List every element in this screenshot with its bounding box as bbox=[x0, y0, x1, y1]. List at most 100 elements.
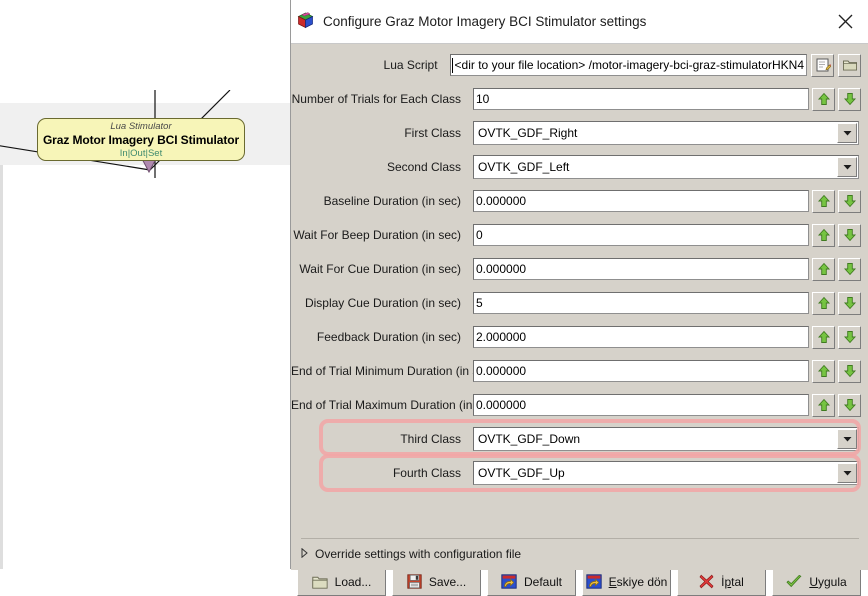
label-number-of-trials: Number of Trials for Each Class bbox=[291, 92, 461, 106]
override-settings-label: Override settings with configuration fil… bbox=[315, 547, 522, 561]
end-of-trial-maximum-up-icon[interactable] bbox=[812, 393, 835, 417]
feedback-duration-up-icon[interactable] bbox=[812, 325, 835, 349]
graz-stimulator-box[interactable]: Lua Stimulator Graz Motor Imagery BCI St… bbox=[37, 118, 245, 161]
label-second-class: Second Class bbox=[386, 160, 461, 174]
end-of-trial-minimum-down-icon[interactable] bbox=[838, 359, 861, 383]
canvas-upper-area bbox=[0, 0, 300, 103]
override-settings-expander[interactable]: Override settings with configuration fil… bbox=[301, 545, 521, 563]
feedback-duration-down-icon[interactable] bbox=[838, 325, 861, 349]
wait-for-beep-duration-input[interactable]: 0 bbox=[473, 224, 809, 246]
box-subtitle: Lua Stimulator bbox=[110, 121, 172, 132]
wait-for-cue-duration-input[interactable]: 0.000000 bbox=[473, 258, 809, 280]
revert-button-label: Eskiye dön bbox=[608, 574, 668, 589]
form-row-lua-script: Lua Script <dir to your file location> /… bbox=[291, 53, 868, 77]
end-of-trial-maximum-input[interactable]: 0.000000 bbox=[473, 394, 809, 416]
chevron-down-icon[interactable] bbox=[837, 157, 857, 177]
floppy-disk-icon bbox=[407, 574, 422, 589]
dialog-titlebar[interactable]: Configure Graz Motor Imagery BCI Stimula… bbox=[291, 0, 868, 44]
form-row-feedback-duration: Feedback Duration (in sec) 2.000000 bbox=[291, 325, 868, 349]
red-x-icon bbox=[699, 574, 714, 589]
canvas-left-gutter bbox=[0, 165, 3, 569]
number-of-trials-down-icon[interactable] bbox=[838, 87, 861, 111]
end-of-trial-minimum-input[interactable]: 0.000000 bbox=[473, 360, 809, 382]
label-baseline-duration: Baseline Duration (in sec) bbox=[323, 194, 461, 208]
configure-settings-dialog: Configure Graz Motor Imagery BCI Stimula… bbox=[290, 0, 868, 596]
form-row-first-class: First Class OVTK_GDF_Right bbox=[291, 121, 868, 145]
apply-button[interactable]: Uygula bbox=[772, 567, 861, 596]
label-end-of-trial-minimum: End of Trial Minimum Duration (in sec) bbox=[291, 364, 496, 378]
second-class-value: OVTK_GDF_Left bbox=[478, 160, 570, 174]
edit-icon[interactable] bbox=[811, 53, 834, 77]
feedback-duration-input[interactable]: 2.000000 bbox=[473, 326, 809, 348]
lua-script-input[interactable]: <dir to your file location> /motor-image… bbox=[449, 54, 807, 76]
form-row-baseline-duration: Baseline Duration (in sec) 0.000000 bbox=[291, 189, 868, 213]
label-third-class: Third Class bbox=[400, 432, 461, 446]
baseline-duration-up-icon[interactable] bbox=[812, 189, 835, 213]
dialog-bottom-edge bbox=[291, 566, 868, 570]
form-row-third-class: Third Class OVTK_GDF_Down bbox=[291, 427, 868, 451]
second-class-combo[interactable]: OVTK_GDF_Left bbox=[473, 155, 859, 179]
apply-button-label: Uygula bbox=[809, 574, 847, 589]
close-icon[interactable] bbox=[828, 6, 862, 36]
box-title: Graz Motor Imagery BCI Stimulator bbox=[42, 133, 240, 147]
wait-for-cue-up-icon[interactable] bbox=[812, 257, 835, 281]
number-of-trials-up-icon[interactable] bbox=[812, 87, 835, 111]
cancel-button-label: İptal bbox=[721, 574, 744, 589]
chevron-down-icon[interactable] bbox=[837, 463, 857, 483]
chevron-down-icon[interactable] bbox=[837, 429, 857, 449]
undo-icon bbox=[585, 574, 602, 589]
form-row-wait-for-cue-duration: Wait For Cue Duration (in sec) 0.000000 bbox=[291, 257, 868, 281]
wait-for-cue-down-icon[interactable] bbox=[838, 257, 861, 281]
display-cue-duration-input[interactable]: 5 bbox=[473, 292, 809, 314]
openvibe-cube-icon bbox=[297, 11, 314, 32]
label-wait-for-beep-duration: Wait For Beep Duration (in sec) bbox=[293, 228, 461, 242]
label-display-cue-duration: Display Cue Duration (in sec) bbox=[304, 296, 461, 310]
first-class-value: OVTK_GDF_Right bbox=[478, 126, 578, 140]
label-wait-for-cue-duration: Wait For Cue Duration (in sec) bbox=[299, 262, 461, 276]
cancel-button[interactable]: İptal bbox=[677, 567, 766, 596]
baseline-duration-down-icon[interactable] bbox=[838, 189, 861, 213]
canvas-lower-area bbox=[0, 165, 300, 569]
form-row-wait-for-beep-duration: Wait For Beep Duration (in sec) 0 bbox=[291, 223, 868, 247]
display-cue-up-icon[interactable] bbox=[812, 291, 835, 315]
designer-canvas[interactable]: Lua Stimulator Graz Motor Imagery BCI St… bbox=[0, 0, 300, 569]
save-button[interactable]: Save... bbox=[392, 567, 481, 596]
dialog-title: Configure Graz Motor Imagery BCI Stimula… bbox=[323, 14, 647, 29]
third-class-combo[interactable]: OVTK_GDF_Down bbox=[473, 427, 859, 451]
green-check-icon bbox=[786, 574, 802, 589]
form-row-fourth-class: Fourth Class OVTK_GDF_Up bbox=[291, 461, 868, 485]
form-row-end-of-trial-maximum: End of Trial Maximum Duration (in sec) 0… bbox=[291, 393, 868, 417]
label-first-class: First Class bbox=[404, 126, 461, 140]
section-divider bbox=[301, 538, 859, 539]
end-of-trial-minimum-up-icon[interactable] bbox=[812, 359, 835, 383]
fourth-class-combo[interactable]: OVTK_GDF_Up bbox=[473, 461, 859, 485]
folder-icon[interactable] bbox=[838, 53, 861, 77]
default-button-label: Default bbox=[523, 574, 563, 589]
default-button[interactable]: Default bbox=[487, 567, 576, 596]
first-class-combo[interactable]: OVTK_GDF_Right bbox=[473, 121, 859, 145]
form-row-number-of-trials: Number of Trials for Each Class 10 bbox=[291, 87, 868, 111]
folder-open-icon bbox=[311, 575, 328, 589]
fourth-class-value: OVTK_GDF_Up bbox=[478, 466, 565, 480]
load-button[interactable]: Load... bbox=[297, 567, 386, 596]
end-of-trial-maximum-down-icon[interactable] bbox=[838, 393, 861, 417]
label-feedback-duration: Feedback Duration (in sec) bbox=[316, 330, 461, 344]
baseline-duration-input[interactable]: 0.000000 bbox=[473, 190, 809, 212]
label-fourth-class: Fourth Class bbox=[392, 466, 461, 480]
load-button-label: Load... bbox=[334, 574, 372, 589]
wait-for-beep-down-icon[interactable] bbox=[838, 223, 861, 247]
dialog-body: Lua Script <dir to your file location> /… bbox=[291, 44, 868, 596]
revert-icon bbox=[501, 574, 517, 589]
revert-button[interactable]: Eskiye dön bbox=[582, 567, 671, 596]
form-row-display-cue-duration: Display Cue Duration (in sec) 5 bbox=[291, 291, 868, 315]
label-end-of-trial-maximum: End of Trial Maximum Duration (in sec) bbox=[291, 398, 499, 412]
chevron-down-icon[interactable] bbox=[837, 123, 857, 143]
label-lua-script: Lua Script bbox=[383, 58, 438, 72]
form-row-end-of-trial-minimum: End of Trial Minimum Duration (in sec) 0… bbox=[291, 359, 868, 383]
dialog-button-bar: Load... Save... Default Eskiye dön İptal… bbox=[297, 567, 861, 596]
display-cue-down-icon[interactable] bbox=[838, 291, 861, 315]
form-row-second-class: Second Class OVTK_GDF_Left bbox=[291, 155, 868, 179]
triangle-right-icon[interactable] bbox=[301, 547, 308, 561]
wait-for-beep-up-icon[interactable] bbox=[812, 223, 835, 247]
number-of-trials-input[interactable]: 10 bbox=[473, 88, 809, 110]
